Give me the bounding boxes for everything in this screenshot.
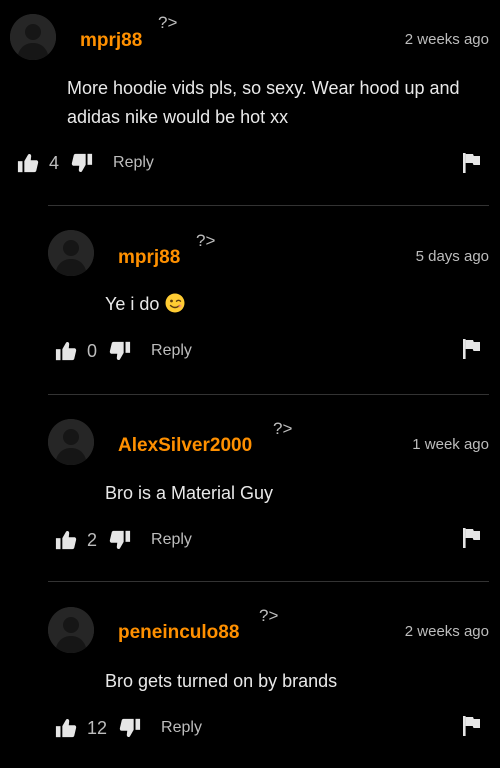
timestamp: 2 weeks ago: [404, 623, 489, 640]
comment-text: Bro gets turned on by brands: [105, 671, 338, 691]
like-count: 2: [87, 529, 98, 550]
flag-icon[interactable]: [462, 152, 481, 173]
reply-button[interactable]: Reply: [113, 154, 154, 172]
comment-actions: 0 Reply: [55, 339, 192, 363]
thumbs-up-icon[interactable]: [55, 340, 77, 362]
comment-actions: 12 Reply: [55, 716, 202, 740]
like-count: 12: [87, 717, 108, 738]
comment-text: More hoodie vids pls, so sexy. Wear hood…: [67, 78, 460, 127]
comment-text: Ye i do: [105, 290, 185, 319]
comment: ?> AlexSilver2000 1 week ago Bro is a Ma…: [0, 395, 500, 581]
like-count: 4: [49, 152, 60, 173]
reply-indicator: ?>: [259, 606, 279, 625]
reply-button[interactable]: Reply: [151, 531, 192, 549]
comment-actions: 4 Reply: [17, 151, 154, 175]
avatar[interactable]: [48, 419, 94, 465]
avatar[interactable]: [48, 230, 94, 276]
timestamp: 1 week ago: [412, 436, 489, 453]
reply-indicator: ?>: [158, 13, 178, 32]
comment-actions: 2 Reply: [55, 528, 192, 552]
comment-text: Bro is a Material Guy: [105, 483, 274, 503]
username[interactable]: peneinculo88: [118, 622, 239, 644]
flag-icon[interactable]: [462, 715, 481, 736]
flag-icon[interactable]: [462, 527, 481, 548]
thumbs-down-icon[interactable]: [109, 529, 131, 551]
username[interactable]: mprj88: [80, 30, 142, 52]
thumbs-down-icon[interactable]: [119, 717, 141, 739]
thumbs-down-icon[interactable]: [109, 340, 131, 362]
reply-indicator: ?>: [273, 419, 293, 438]
reply-button[interactable]: Reply: [151, 342, 192, 360]
thumbs-up-icon[interactable]: [55, 717, 77, 739]
reply-button[interactable]: Reply: [161, 719, 202, 737]
username[interactable]: AlexSilver2000: [118, 435, 252, 457]
comment: ?> mprj88 5 days ago Ye i do 0 Reply: [0, 206, 500, 394]
thumbs-up-icon[interactable]: [17, 152, 39, 174]
thumbs-up-icon[interactable]: [55, 529, 77, 551]
reply-indicator: ?>: [196, 231, 216, 250]
avatar[interactable]: [10, 14, 56, 60]
username[interactable]: mprj88: [118, 247, 180, 269]
like-count: 0: [87, 340, 98, 361]
flag-icon[interactable]: [462, 338, 481, 359]
comment-text-content: Ye i do: [105, 294, 160, 314]
timestamp: 2 weeks ago: [404, 31, 489, 48]
avatar[interactable]: [48, 607, 94, 653]
comment: ?> peneinculo88 2 weeks ago Bro gets tur…: [0, 582, 500, 768]
timestamp: 5 days ago: [415, 248, 489, 265]
thumbs-down-icon[interactable]: [71, 152, 93, 174]
winking-face-emoji-icon: [165, 293, 185, 313]
comment: ?> mprj88 2 weeks ago More hoodie vids p…: [0, 0, 500, 190]
